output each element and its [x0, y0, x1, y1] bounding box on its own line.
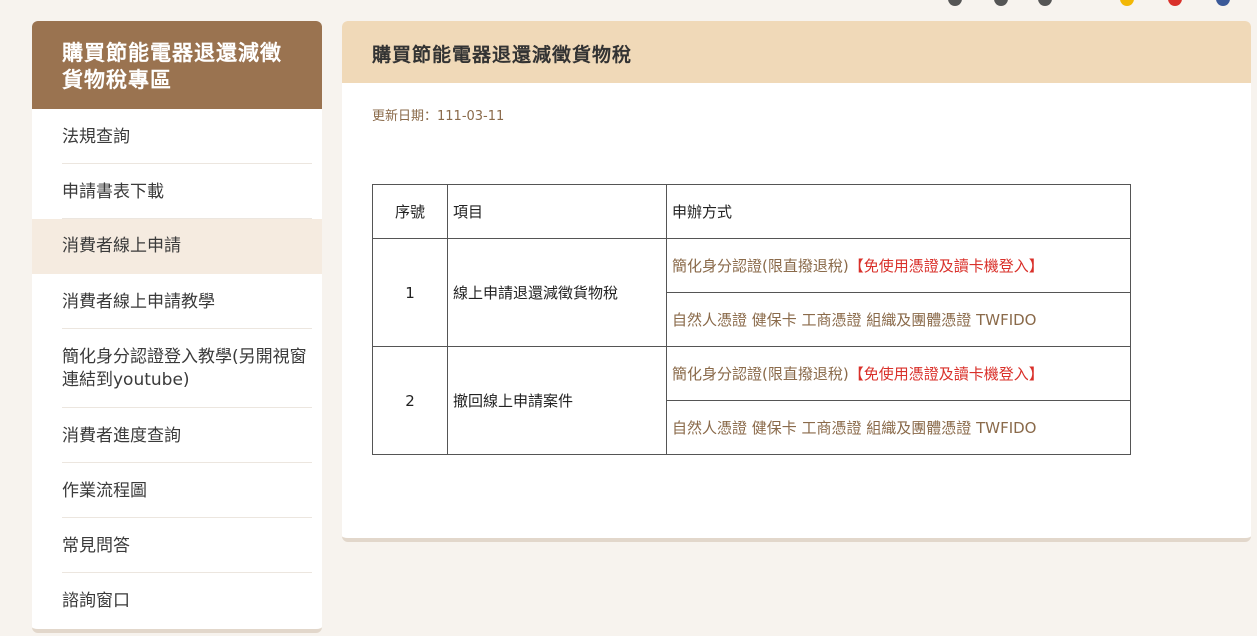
sidebar-item-label: 申請書表下載: [62, 181, 312, 219]
row-item: 線上申請退還減徵貨物稅: [447, 238, 667, 347]
method-label: 簡化身分認證(限直撥退稅): [672, 365, 849, 383]
method-note: 【免使用憑證及讀卡機登入】: [848, 365, 1044, 383]
sidebar-item-label: 消費者線上申請: [62, 236, 181, 256]
sidebar-item-forms-download[interactable]: 申請書表下載: [32, 164, 322, 219]
sidebar-item-regulations[interactable]: 法規查詢: [32, 109, 322, 164]
sidebar-item-label: 消費者進度查詢: [62, 425, 312, 463]
sidebar-item-online-apply-tutorial[interactable]: 消費者線上申請教學: [32, 274, 322, 329]
main-content: 購買節能電器退還減徵貨物稅 更新日期：111-03-11 序號 項目 申辦方式 …: [342, 21, 1251, 542]
certificate-login-link[interactable]: 自然人憑證 健保卡 工商憑證 組織及團體憑證 TWFIDO: [666, 292, 1131, 347]
sidebar-menu: 法規查詢 申請書表下載 消費者線上申請 消費者線上申請教學 簡化身分認證登入教學…: [32, 109, 322, 628]
column-header-item: 項目: [447, 184, 667, 239]
sidebar-item-label: 諮詢窗口: [62, 591, 130, 611]
sidebar-item-label: 常見問答: [62, 535, 312, 573]
certificate-login-link[interactable]: 自然人憑證 健保卡 工商憑證 組織及團體憑證 TWFIDO: [666, 400, 1131, 455]
row-number: 1: [372, 238, 448, 347]
toolbar-icon[interactable]: [1120, 0, 1134, 6]
sidebar-title: 購買節能電器退還減徵貨物稅專區: [32, 21, 322, 109]
toolbar-icon[interactable]: [1216, 0, 1230, 6]
sidebar-item-simple-id-tutorial[interactable]: 簡化身分認證登入教學(另開視窗連結到youtube): [32, 329, 322, 408]
table-row: 1 線上申請退還減徵貨物稅 簡化身分認證(限直撥退稅)【免使用憑證及讀卡機登入】: [372, 238, 1131, 347]
sidebar-item-workflow[interactable]: 作業流程圖: [32, 463, 322, 518]
toolbar-icon[interactable]: [1168, 0, 1182, 6]
method-note: 【免使用憑證及讀卡機登入】: [848, 257, 1044, 275]
sidebar-item-online-apply[interactable]: 消費者線上申請: [32, 219, 322, 274]
method-label: 簡化身分認證(限直撥退稅): [672, 257, 849, 275]
table-row: 2 撤回線上申請案件 簡化身分認證(限直撥退稅)【免使用憑證及讀卡機登入】: [372, 346, 1131, 455]
column-header-method: 申辦方式: [666, 184, 1131, 239]
sidebar-item-label: 作業流程圖: [62, 480, 312, 518]
toolbar-icon[interactable]: [1038, 0, 1052, 6]
sidebar-item-faq[interactable]: 常見問答: [32, 518, 322, 573]
sidebar: 購買節能電器退還減徵貨物稅專區 法規查詢 申請書表下載 消費者線上申請 消費者線…: [32, 21, 322, 633]
row-item: 撤回線上申請案件: [447, 346, 667, 455]
sidebar-item-label: 消費者線上申請教學: [62, 291, 312, 329]
sidebar-item-progress-query[interactable]: 消費者進度查詢: [32, 408, 322, 463]
row-number: 2: [372, 346, 448, 455]
toolbar-icon[interactable]: [948, 0, 962, 6]
column-header-no: 序號: [372, 184, 448, 239]
simple-id-login-link[interactable]: 簡化身分認證(限直撥退稅)【免使用憑證及讀卡機登入】: [666, 346, 1131, 401]
toolbar-icon[interactable]: [994, 0, 1008, 6]
sidebar-item-label: 法規查詢: [62, 126, 312, 164]
simple-id-login-link[interactable]: 簡化身分認證(限直撥退稅)【免使用憑證及讀卡機登入】: [666, 238, 1131, 293]
update-date: 更新日期：111-03-11: [372, 109, 505, 124]
apply-methods-table: 序號 項目 申辦方式 1 線上申請退還減徵貨物稅 簡化身分認證(限直撥退稅)【免…: [372, 184, 1131, 455]
table-header-row: 序號 項目 申辦方式: [372, 184, 1131, 239]
page-title: 購買節能電器退還減徵貨物稅: [342, 21, 1251, 83]
sidebar-item-label: 簡化身分認證登入教學(另開視窗連結到youtube): [62, 346, 312, 408]
sidebar-item-contact[interactable]: 諮詢窗口: [32, 573, 322, 628]
